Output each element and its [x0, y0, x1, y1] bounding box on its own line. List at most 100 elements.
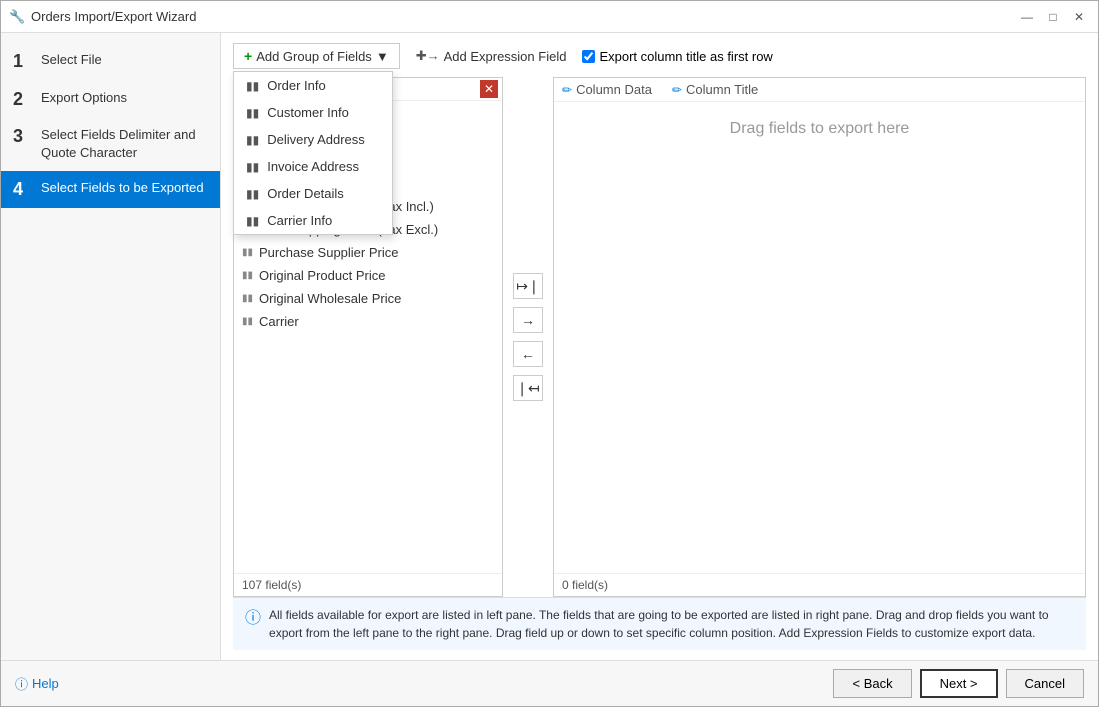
cancel-label: Cancel [1025, 676, 1065, 691]
step-number-1: 1 [13, 51, 31, 73]
back-label: < Back [852, 676, 892, 691]
right-pane: ✏ Column Data ✏ Column Title Drag fields… [553, 77, 1086, 597]
sidebar-item-delimiter[interactable]: 3 Select Fields Delimiter and Quote Char… [1, 118, 220, 170]
group-icon-carrier: ▮▮ [246, 214, 259, 228]
plus-icon: + [244, 48, 252, 64]
field-drag-icon: ▮▮ [242, 247, 253, 258]
minimize-button[interactable]: — [1016, 6, 1038, 28]
right-panel: + Add Group of Fields ▼ ▮▮ Order Info ▮▮… [221, 33, 1098, 660]
column-headers: ✏ Column Data ✏ Column Title [554, 78, 1085, 102]
step-number-2: 2 [13, 89, 31, 111]
add-all-icon: ↦❘ [516, 278, 539, 295]
cancel-button[interactable]: Cancel [1006, 669, 1084, 698]
footer-buttons: < Back Next > Cancel [833, 669, 1084, 698]
add-group-label: Add Group of Fields [256, 49, 372, 64]
add-expression-label: Add Expression Field [444, 49, 567, 64]
add-one-button[interactable]: → [513, 307, 543, 333]
next-button[interactable]: Next > [920, 669, 998, 698]
main-content: 1 Select File 2 Export Options 3 Select … [1, 33, 1098, 660]
back-button[interactable]: < Back [833, 669, 911, 698]
dropdown-label-order-details: Order Details [267, 186, 344, 201]
dropdown-label-carrier-info: Carrier Info [267, 213, 332, 228]
window-title: Orders Import/Export Wizard [31, 9, 1016, 24]
help-label: Help [32, 676, 59, 691]
dropdown-label-customer-info: Customer Info [267, 105, 349, 120]
export-title-checkbox[interactable] [582, 50, 595, 63]
step-label-4: Select Fields to be Exported [41, 179, 204, 197]
field-label: Original Product Price [259, 268, 385, 283]
pencil-icon-title: ✏ [672, 83, 682, 97]
close-button[interactable]: ✕ [1068, 6, 1090, 28]
group-icon-invoice: ▮▮ [246, 160, 259, 174]
list-item[interactable]: ▮▮ Carrier [234, 310, 502, 333]
step-label-1: Select File [41, 51, 102, 69]
help-link[interactable]: ⓘ Help [15, 674, 59, 693]
info-bar: ⓘ All fields available for export are li… [233, 597, 1086, 650]
step-number-4: 4 [13, 179, 31, 201]
add-group-button[interactable]: + Add Group of Fields ▼ [233, 43, 400, 69]
sidebar-item-export-options[interactable]: 2 Export Options [1, 81, 220, 119]
info-icon: ⓘ [245, 607, 261, 631]
remove-all-icon: ❘↤ [516, 380, 539, 397]
pencil-icon-data: ✏ [562, 83, 572, 97]
group-icon-order: ▮▮ [246, 79, 259, 93]
expression-icon: ✚→ [416, 48, 440, 64]
dropdown-item-customer-info[interactable]: ▮▮ Customer Info [234, 99, 392, 126]
field-drag-icon: ▮▮ [242, 316, 253, 327]
group-icon-order-details: ▮▮ [246, 187, 259, 201]
remove-all-button[interactable]: ❘↤ [513, 375, 543, 401]
window-controls: — □ ✕ [1016, 6, 1090, 28]
field-label: Original Wholesale Price [259, 291, 401, 306]
close-pane-button[interactable]: ✕ [480, 80, 498, 98]
dropdown-label-order-info: Order Info [267, 78, 326, 93]
dropdown-item-delivery-address[interactable]: ▮▮ Delivery Address [234, 126, 392, 153]
dropdown-item-order-details[interactable]: ▮▮ Order Details [234, 180, 392, 207]
add-group-dropdown: ▮▮ Order Info ▮▮ Customer Info ▮▮ Delive… [233, 71, 393, 235]
app-icon: 🔧 [9, 9, 25, 25]
add-expression-button[interactable]: ✚→ Add Expression Field [410, 44, 573, 68]
toolbar: + Add Group of Fields ▼ ▮▮ Order Info ▮▮… [233, 43, 1086, 69]
dropdown-item-order-info[interactable]: ▮▮ Order Info [234, 72, 392, 99]
col-title-header: ✏ Column Title [672, 82, 758, 97]
col-data-header: ✏ Column Data [562, 82, 652, 97]
col-data-label: Column Data [576, 82, 652, 97]
dropdown-arrow-icon: ▼ [376, 49, 389, 64]
main-window: 🔧 Orders Import/Export Wizard — □ ✕ 1 Se… [0, 0, 1099, 707]
help-icon: ⓘ [15, 674, 28, 693]
field-drag-icon: ▮▮ [242, 293, 253, 304]
dropdown-item-carrier-info[interactable]: ▮▮ Carrier Info [234, 207, 392, 234]
col-title-label: Column Title [686, 82, 758, 97]
add-all-button[interactable]: ↦❘ [513, 273, 543, 299]
step-label-2: Export Options [41, 89, 127, 107]
export-title-checkbox-row[interactable]: Export column title as first row [582, 49, 772, 64]
field-label: Carrier [259, 314, 299, 329]
next-label: Next > [940, 676, 978, 691]
left-pane-count: 107 field(s) [242, 578, 301, 592]
dropdown-label-invoice-address: Invoice Address [267, 159, 359, 174]
list-item[interactable]: ▮▮ Purchase Supplier Price [234, 241, 502, 264]
step-label-3: Select Fields Delimiter and Quote Charac… [41, 126, 208, 162]
dropdown-item-invoice-address[interactable]: ▮▮ Invoice Address [234, 153, 392, 180]
left-pane-footer: 107 field(s) [234, 573, 502, 596]
sidebar: 1 Select File 2 Export Options 3 Select … [1, 33, 221, 660]
transfer-buttons: ↦❘ → ← ❘↤ [509, 77, 547, 597]
sidebar-item-fields[interactable]: 4 Select Fields to be Exported [1, 171, 220, 209]
group-icon-delivery: ▮▮ [246, 133, 259, 147]
sidebar-item-select-file[interactable]: 1 Select File [1, 43, 220, 81]
add-one-icon: → [521, 312, 535, 328]
remove-one-button[interactable]: ← [513, 341, 543, 367]
drop-zone-title: Drag fields to export here [730, 120, 910, 138]
list-item[interactable]: ▮▮ Original Wholesale Price [234, 287, 502, 310]
field-label: Purchase Supplier Price [259, 245, 398, 260]
group-icon-customer: ▮▮ [246, 106, 259, 120]
step-number-3: 3 [13, 126, 31, 148]
right-pane-footer: 0 field(s) [554, 573, 1085, 596]
drop-zone: Drag fields to export here [554, 102, 1085, 573]
maximize-button[interactable]: □ [1042, 6, 1064, 28]
info-text: All fields available for export are list… [269, 606, 1074, 642]
remove-one-icon: ← [521, 346, 535, 362]
field-drag-icon: ▮▮ [242, 270, 253, 281]
list-item[interactable]: ▮▮ Original Product Price [234, 264, 502, 287]
footer: ⓘ Help < Back Next > Cancel [1, 660, 1098, 706]
right-pane-count: 0 field(s) [562, 578, 608, 592]
